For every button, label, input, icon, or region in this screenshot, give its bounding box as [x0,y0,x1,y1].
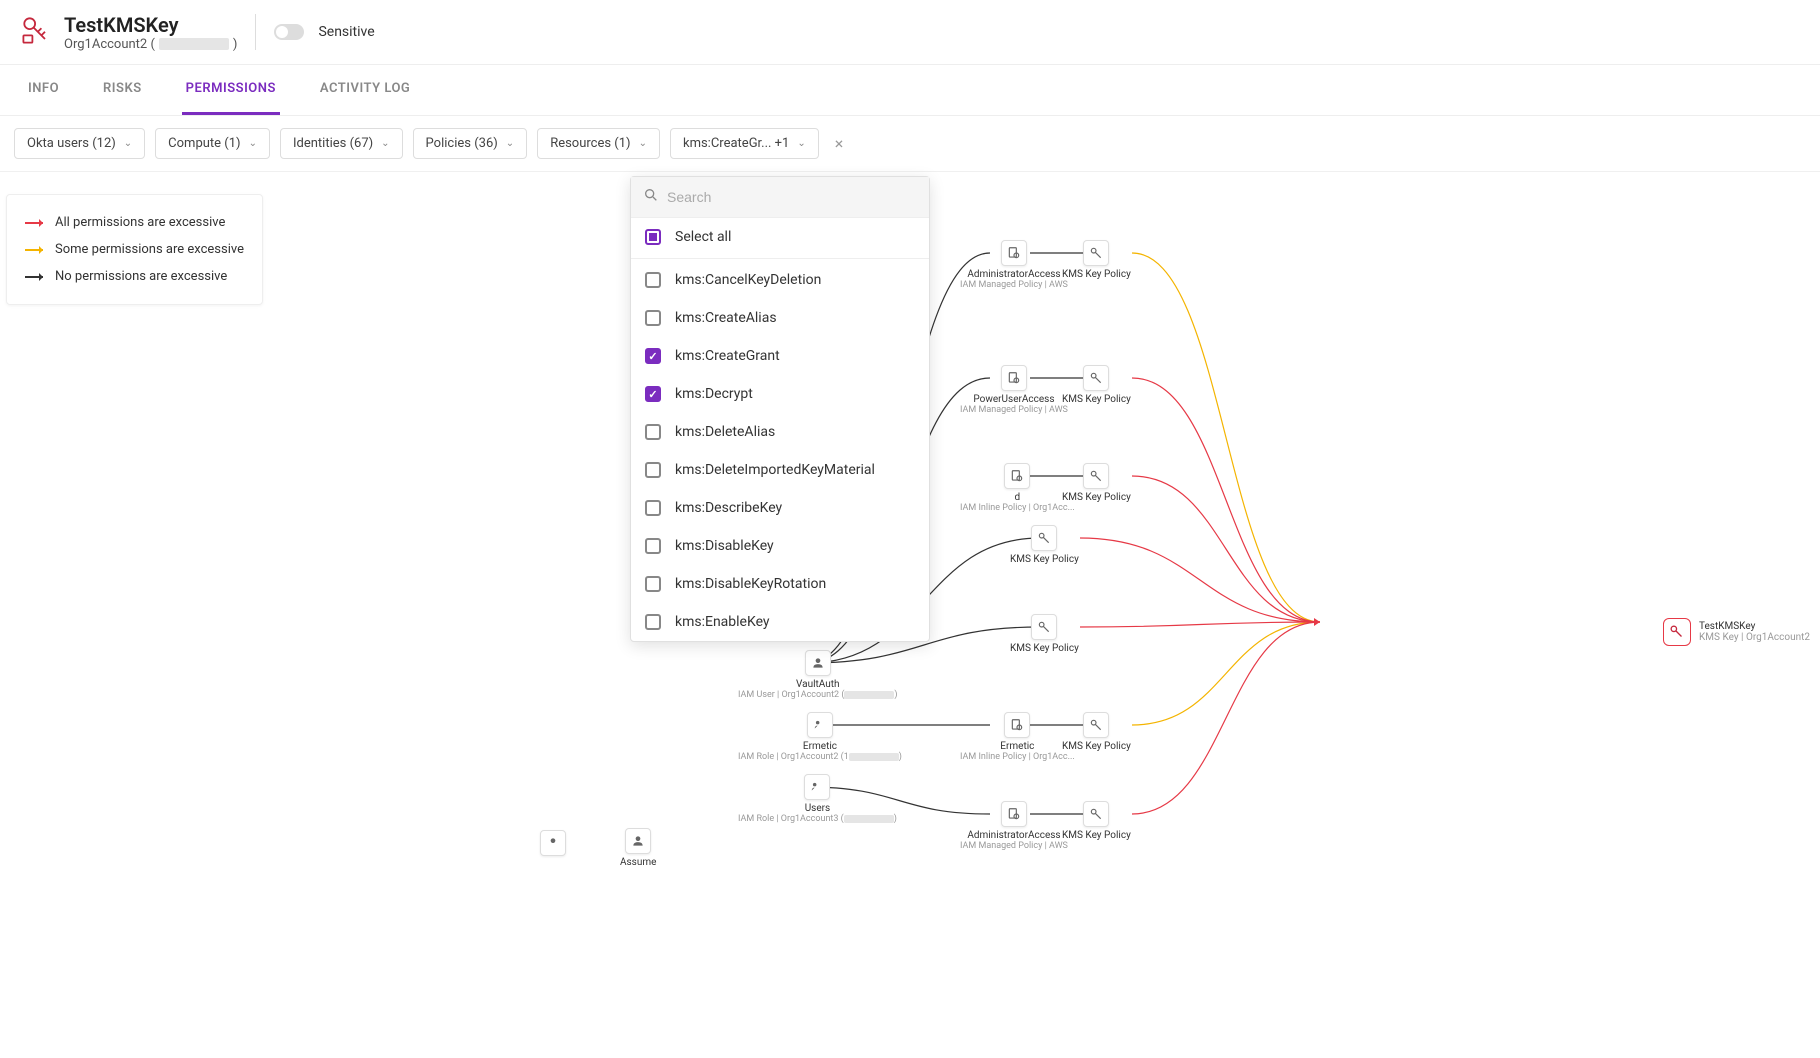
page-header: TestKMSKey Org1Account2 ( ) Sensitive [0,0,1820,65]
checkbox-unchecked[interactable] [645,614,661,630]
kms-policy-node[interactable]: KMS Key Policy [1062,801,1131,841]
checkbox-unchecked[interactable] [645,538,661,554]
page-subtitle: Org1Account2 ( ) [64,37,237,52]
role-icon [807,712,833,738]
user-icon [540,830,566,856]
search-icon [643,187,659,207]
dropdown-option[interactable]: kms:CreateAlias [631,299,929,337]
identity-node[interactable]: Assume [620,828,656,868]
checkbox-checked[interactable] [645,348,661,364]
dropdown-option[interactable]: kms:DisableKeyRotation [631,565,929,603]
dropdown-options-list[interactable]: kms:CancelKeyDeletionkms:CreateAliaskms:… [631,261,929,641]
dropdown-option[interactable]: kms:DisableKey [631,527,929,565]
policy-node[interactable]: AdministratorAccessIAM Managed Policy | … [960,240,1068,290]
filter-chip[interactable]: Okta users (12)⌄ [14,128,145,159]
policy-node[interactable]: AdministratorAccessIAM Managed Policy | … [960,801,1068,851]
checkbox-unchecked[interactable] [645,424,661,440]
tab-permissions[interactable]: PERMISSIONS [182,65,280,115]
chevron-down-icon: ⌄ [639,138,647,149]
chevron-down-icon: ⌄ [506,138,514,149]
chevron-down-icon: ⌄ [124,138,132,149]
kms-policy-node[interactable]: KMS Key Policy [1062,463,1131,503]
checkbox-indeterminate[interactable] [645,229,661,245]
kms-policy-node[interactable]: KMS Key Policy [1062,365,1131,405]
kms-policy-node[interactable]: KMS Key Policy [1010,614,1079,654]
header-separator [255,14,256,50]
tab-info[interactable]: INFO [24,65,63,115]
filter-chip[interactable]: Identities (67)⌄ [280,128,403,159]
filter-chip[interactable]: kms:CreateGr... +1⌄ [670,128,819,159]
sensitive-label: Sensitive [318,24,374,40]
dropdown-option[interactable]: kms:DeleteImportedKeyMaterial [631,451,929,489]
tab-activity-log[interactable]: ACTIVITY LOG [316,65,414,115]
dropdown-option[interactable]: kms:CreateGrant [631,337,929,375]
identity-node[interactable] [540,830,566,856]
checkbox-checked[interactable] [645,386,661,402]
actions-filter-dropdown: Select all kms:CancelKeyDeletionkms:Crea… [630,176,930,642]
policy-node[interactable]: PowerUserAccessIAM Managed Policy | AWS [960,365,1068,415]
checkbox-unchecked[interactable] [645,576,661,592]
kms-policy-node[interactable]: KMS Key Policy [1062,712,1131,752]
role-icon [804,774,830,800]
identity-node[interactable]: UsersIAM Role | Org1Account3 () [738,774,897,824]
checkbox-unchecked[interactable] [645,310,661,326]
dropdown-search-row [631,177,929,218]
policy-icon [1001,240,1027,266]
filter-chip[interactable]: Policies (36)⌄ [413,128,528,159]
identity-node[interactable]: ErmeticIAM Role | Org1Account2 (1) [738,712,902,762]
dropdown-option[interactable]: kms:DeleteAlias [631,413,929,451]
target-resource-node[interactable]: TestKMSKey KMS Key | Org1Account2 [1663,618,1810,646]
filters-row: Okta users (12)⌄ Compute (1)⌄ Identities (… [0,116,1820,172]
user-icon [805,650,831,676]
kms-policy-node[interactable]: KMS Key Policy [1062,240,1131,280]
clear-filters-button[interactable]: × [829,130,850,157]
key-icon [1083,463,1109,489]
chevron-down-icon: ⌄ [797,138,805,149]
kms-policy-node[interactable]: KMS Key Policy [1010,525,1079,565]
policy-node[interactable]: ErmeticIAM Inline Policy | Org1Acc... [960,712,1075,762]
chevron-down-icon: ⌄ [381,138,389,149]
redacted-account-id [159,38,229,50]
key-icon [1031,614,1057,640]
checkbox-unchecked[interactable] [645,500,661,516]
select-all-option[interactable]: Select all [631,218,929,256]
key-icon [1083,240,1109,266]
filter-chip[interactable]: Compute (1)⌄ [155,128,270,159]
chevron-down-icon: ⌄ [249,138,257,149]
sensitive-toggle[interactable] [274,24,304,40]
dropdown-option[interactable]: kms:DescribeKey [631,489,929,527]
target-sub: KMS Key | Org1Account2 [1699,632,1810,643]
filter-chip[interactable]: Resources (1)⌄ [537,128,660,159]
page-title: TestKMSKey [64,13,237,37]
dropdown-option[interactable]: kms:CancelKeyDeletion [631,261,929,299]
dropdown-option[interactable]: kms:EnableKey [631,603,929,641]
identity-node[interactable]: VaultAuthIAM User | Org1Account2 () [738,650,898,700]
kms-key-icon [18,12,54,52]
checkbox-unchecked[interactable] [645,272,661,288]
dropdown-separator [631,258,929,259]
key-icon [1083,365,1109,391]
target-name: TestKMSKey [1699,621,1810,632]
checkbox-unchecked[interactable] [645,462,661,478]
tabs-bar: INFO RISKS PERMISSIONS ACTIVITY LOG [0,65,1820,116]
user-icon [625,828,651,854]
policy-icon [1004,463,1030,489]
policy-icon [1004,712,1030,738]
policy-icon [1001,801,1027,827]
policy-node[interactable]: dIAM Inline Policy | Org1Acc... [960,463,1075,513]
kms-key-icon [1663,618,1691,646]
key-icon [1031,525,1057,551]
key-icon [1083,801,1109,827]
dropdown-option[interactable]: kms:Decrypt [631,375,929,413]
dropdown-search-input[interactable] [667,189,917,205]
policy-icon [1001,365,1027,391]
key-icon [1083,712,1109,738]
tab-risks[interactable]: RISKS [99,65,146,115]
